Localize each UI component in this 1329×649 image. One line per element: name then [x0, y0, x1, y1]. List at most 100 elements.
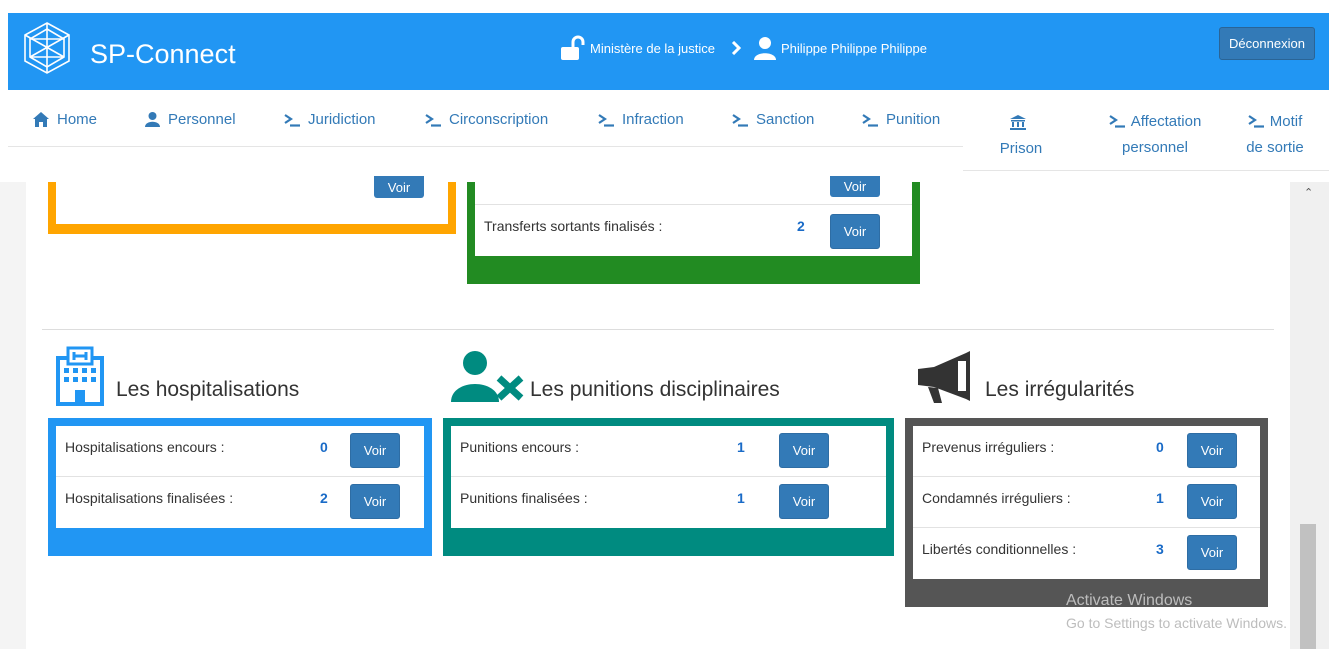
header-bar: SP-Connect Ministère de la justice Phili…: [8, 13, 1329, 90]
table-row: Prevenus irréguliers : 0 Voir: [913, 426, 1260, 477]
nav-label: Motif: [1269, 112, 1303, 130]
nav-item-affectation-personnel[interactable]: Affectation personnel: [1090, 111, 1220, 156]
ministry-label: Ministère de la justice: [590, 40, 715, 56]
row-value: 3: [1156, 541, 1164, 557]
row-value: 0: [320, 439, 328, 455]
row-value: 0: [1156, 439, 1164, 455]
logo-icon[interactable]: [20, 21, 74, 75]
nav-label: Circonscription: [449, 111, 549, 128]
nav-label: Personnel: [168, 111, 236, 128]
breadcrumb: Ministère de la justice Philippe Philipp…: [560, 32, 927, 64]
row-label: Hospitalisations encours :: [65, 439, 225, 455]
nav-item-home[interactable]: Home: [33, 111, 97, 128]
voir-button[interactable]: Voir: [1187, 484, 1237, 519]
nav-label: Affectation: [1130, 112, 1202, 130]
voir-button[interactable]: Voir: [830, 214, 880, 249]
nav-label: de sortie: [1246, 139, 1304, 156]
panel-inner: Punitions encours : 1 Voir Punitions fin…: [451, 426, 886, 528]
row-label: Transferts sortants finalisés :: [484, 218, 663, 234]
row-value: 1: [1156, 490, 1164, 506]
panel-orange: Voir: [48, 176, 456, 234]
row-value: 2: [797, 218, 805, 234]
table-row: Transferts sortants finalisés : 2 Voir: [475, 206, 912, 256]
terminal-icon: [598, 113, 614, 127]
row-value: 1: [737, 439, 745, 455]
panel-hospitalisations: Hospitalisations encours : 0 Voir Hospit…: [48, 418, 432, 556]
brand-title[interactable]: SP-Connect: [90, 39, 236, 70]
scrollbar-thumb[interactable]: [1300, 524, 1316, 649]
nav-item-sanction[interactable]: Sanction: [732, 111, 814, 128]
section-divider: [42, 329, 1274, 330]
panel-irregularites: Prevenus irréguliers : 0 Voir Condamnés …: [905, 418, 1268, 607]
nav-item-circonscription[interactable]: Circonscription: [425, 111, 548, 128]
table-row: Hospitalisations finalisées : 2 Voir: [56, 477, 424, 528]
user-icon: [145, 112, 160, 127]
row-label: Punitions encours :: [460, 439, 580, 455]
row-label: Prevenus irréguliers :: [922, 439, 1055, 455]
nav-label: Infraction: [622, 111, 684, 128]
user-remove-icon: [451, 351, 524, 402]
section-title-punitions: Les punitions disciplinaires: [530, 378, 780, 401]
activation-watermark-title: Activate Windows: [1066, 592, 1193, 609]
activation-watermark-text: Go to Settings to activate Windows.: [1066, 615, 1287, 631]
user-name[interactable]: Philippe Philippe Philippe: [781, 41, 927, 56]
nav-item-motif-de-sortie[interactable]: Motif de sortie: [1236, 111, 1314, 157]
home-icon: [33, 112, 49, 127]
voir-button[interactable]: Voir: [1187, 535, 1237, 570]
table-row: Voir: [475, 176, 912, 205]
voir-button[interactable]: Voir: [1187, 433, 1237, 468]
user-icon: [754, 37, 776, 60]
nav-label: Sanction: [756, 111, 815, 128]
nav-label: Prison: [999, 140, 1043, 157]
main-nav: Home Personnel Juridiction Circonscripti…: [0, 90, 1329, 182]
voir-button[interactable]: Voir: [350, 433, 400, 468]
panel-inner: Prevenus irréguliers : 0 Voir Condamnés …: [913, 426, 1260, 579]
voir-button[interactable]: Voir: [374, 176, 424, 198]
row-label: Condamnés irréguliers :: [922, 490, 1071, 506]
nav-item-infraction[interactable]: Infraction: [598, 111, 684, 128]
scroll-up-icon[interactable]: ⌃: [1304, 186, 1313, 199]
nav-label: Home: [57, 111, 98, 128]
nav-label: Punition: [886, 111, 941, 128]
row-value: 2: [320, 490, 328, 506]
voir-button[interactable]: Voir: [779, 484, 829, 519]
panel-green: Voir Transferts sortants finalisés : 2 V…: [467, 176, 920, 284]
terminal-icon: [1109, 115, 1125, 128]
bank-icon: [1010, 114, 1026, 130]
terminal-icon: [284, 113, 300, 127]
unlock-icon: [561, 35, 585, 60]
row-label: Punitions finalisées :: [460, 490, 588, 506]
nav-label: Juridiction: [308, 111, 376, 128]
panel-inner: Hospitalisations encours : 0 Voir Hospit…: [56, 426, 424, 528]
row-value: 1: [737, 490, 745, 506]
content-gutter: [0, 182, 26, 649]
table-row: Hospitalisations encours : 0 Voir: [56, 426, 424, 477]
nav-item-prison[interactable]: Prison: [990, 112, 1052, 157]
table-row: Punitions encours : 1 Voir: [451, 426, 886, 477]
panel-punitions: Punitions encours : 1 Voir Punitions fin…: [443, 418, 894, 556]
row-label: Hospitalisations finalisées :: [65, 490, 234, 506]
table-row: Punitions finalisées : 1 Voir: [451, 477, 886, 528]
terminal-icon: [862, 113, 878, 127]
nav-item-juridiction[interactable]: Juridiction: [284, 111, 376, 128]
nav-item-punition[interactable]: Punition: [862, 111, 940, 128]
table-row: Libertés conditionnelles : 3 Voir: [913, 528, 1260, 579]
nav-item-personnel[interactable]: Personnel: [145, 111, 236, 128]
logout-button[interactable]: Déconnexion: [1219, 27, 1315, 60]
table-row: Condamnés irréguliers : 1 Voir: [913, 477, 1260, 528]
terminal-icon: [732, 113, 748, 127]
terminal-icon: [425, 113, 441, 127]
nav-divider: [8, 146, 963, 147]
hospital-icon: [56, 346, 104, 406]
panel-inner: Voir: [56, 176, 448, 224]
section-title-hospitalisations: Les hospitalisations: [116, 378, 300, 401]
terminal-icon: [1248, 115, 1264, 128]
voir-button[interactable]: Voir: [350, 484, 400, 519]
vertical-scrollbar[interactable]: ⌃: [1290, 182, 1329, 649]
voir-button[interactable]: Voir: [779, 433, 829, 468]
voir-button[interactable]: Voir: [830, 176, 880, 197]
megaphone-icon: [918, 351, 970, 403]
nav-divider: [963, 170, 1329, 171]
nav-label: personnel: [1122, 139, 1188, 156]
section-title-irregularites: Les irrégularités: [985, 378, 1135, 401]
